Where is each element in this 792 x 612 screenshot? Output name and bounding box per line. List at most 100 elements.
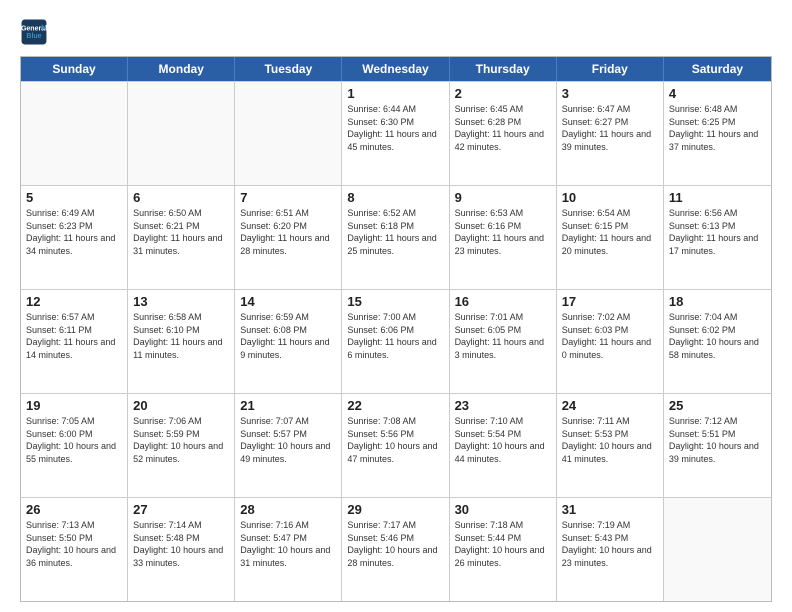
day-number: 5 [26, 190, 122, 205]
cell-info: Sunrise: 7:11 AM Sunset: 5:53 PM Dayligh… [562, 415, 658, 465]
calendar-cell-31: 31Sunrise: 7:19 AM Sunset: 5:43 PM Dayli… [557, 498, 664, 601]
calendar-cell-23: 23 Sunrise: 7:10 AM Sunset: 5:54 PM Dayli… [450, 394, 557, 497]
day-number: 12 [26, 294, 122, 309]
calendar-cell-27: 27 Sunrise: 7:14 AM Sunset: 5:48 PM Dayli… [128, 498, 235, 601]
calendar-cell-5: 5 Sunrise: 6:49 AM Sunset: 6:23 PM Daylig… [21, 186, 128, 289]
cell-info: Sunrise: 6:47 AM Sunset: 6:27 PM Dayligh… [562, 103, 658, 153]
day-number: 20 [133, 398, 229, 413]
day-number: 1 [347, 86, 443, 101]
header-day-wednesday: Wednesday [342, 57, 449, 81]
calendar-cell-18: 18 Sunrise: 7:04 AM Sunset: 6:02 PM Dayli… [664, 290, 771, 393]
cell-info: Sunrise: 6:52 AM Sunset: 6:18 PM Dayligh… [347, 207, 443, 257]
calendar-cell-9: 9Sunrise: 6:53 AM Sunset: 6:16 PM Daylig… [450, 186, 557, 289]
calendar-cell-26: 26Sunrise: 7:13 AM Sunset: 5:50 PM Dayli… [21, 498, 128, 601]
day-number: 30 [455, 502, 551, 517]
day-number: 17 [562, 294, 658, 309]
day-number: 15 [347, 294, 443, 309]
logo: General Blue [20, 18, 48, 46]
day-number: 29 [347, 502, 443, 517]
day-number: 2 [455, 86, 551, 101]
header-day-thursday: Thursday [450, 57, 557, 81]
day-number: 16 [455, 294, 551, 309]
calendar-cell-6: 6Sunrise: 6:50 AM Sunset: 6:21 PM Daylig… [128, 186, 235, 289]
cell-info: Sunrise: 7:14 AM Sunset: 5:48 PM Dayligh… [133, 519, 229, 569]
calendar-cell-12: 12Sunrise: 6:57 AM Sunset: 6:11 PM Dayli… [21, 290, 128, 393]
day-number: 25 [669, 398, 766, 413]
calendar: SundayMondayTuesdayWednesdayThursdayFrid… [20, 56, 772, 602]
day-number: 22 [347, 398, 443, 413]
calendar-row-0: 1Sunrise: 6:44 AM Sunset: 6:30 PM Daylig… [21, 81, 771, 185]
day-number: 3 [562, 86, 658, 101]
calendar-row-2: 12Sunrise: 6:57 AM Sunset: 6:11 PM Dayli… [21, 289, 771, 393]
calendar-cell-8: 8 Sunrise: 6:52 AM Sunset: 6:18 PM Daylig… [342, 186, 449, 289]
calendar-body: 1Sunrise: 6:44 AM Sunset: 6:30 PM Daylig… [21, 81, 771, 601]
day-number: 4 [669, 86, 766, 101]
calendar-cell-17: 17Sunrise: 7:02 AM Sunset: 6:03 PM Dayli… [557, 290, 664, 393]
calendar-cell-7: 7Sunrise: 6:51 AM Sunset: 6:20 PM Daylig… [235, 186, 342, 289]
header-day-sunday: Sunday [21, 57, 128, 81]
cell-info: Sunrise: 6:56 AM Sunset: 6:13 PM Dayligh… [669, 207, 766, 257]
cell-info: Sunrise: 7:05 AM Sunset: 6:00 PM Dayligh… [26, 415, 122, 465]
cell-info: Sunrise: 7:04 AM Sunset: 6:02 PM Dayligh… [669, 311, 766, 361]
cell-info: Sunrise: 7:07 AM Sunset: 5:57 PM Dayligh… [240, 415, 336, 465]
calendar-cell-28: 28 Sunrise: 7:16 AM Sunset: 5:47 PM Dayli… [235, 498, 342, 601]
calendar-cell-24: 24 Sunrise: 7:11 AM Sunset: 5:53 PM Dayli… [557, 394, 664, 497]
cell-info: Sunrise: 6:50 AM Sunset: 6:21 PM Dayligh… [133, 207, 229, 257]
calendar-row-1: 5 Sunrise: 6:49 AM Sunset: 6:23 PM Daylig… [21, 185, 771, 289]
day-number: 10 [562, 190, 658, 205]
cell-info: Sunrise: 6:48 AM Sunset: 6:25 PM Dayligh… [669, 103, 766, 153]
calendar-cell-empty [21, 82, 128, 185]
header-day-tuesday: Tuesday [235, 57, 342, 81]
day-number: 27 [133, 502, 229, 517]
cell-info: Sunrise: 7:19 AM Sunset: 5:43 PM Dayligh… [562, 519, 658, 569]
calendar-cell-1: 1Sunrise: 6:44 AM Sunset: 6:30 PM Daylig… [342, 82, 449, 185]
calendar-header: SundayMondayTuesdayWednesdayThursdayFrid… [21, 57, 771, 81]
header-day-saturday: Saturday [664, 57, 771, 81]
calendar-cell-11: 11 Sunrise: 6:56 AM Sunset: 6:13 PM Dayli… [664, 186, 771, 289]
calendar-cell-4: 4 Sunrise: 6:48 AM Sunset: 6:25 PM Daylig… [664, 82, 771, 185]
calendar-cell-empty [128, 82, 235, 185]
cell-info: Sunrise: 7:00 AM Sunset: 6:06 PM Dayligh… [347, 311, 443, 361]
calendar-cell-15: 15 Sunrise: 7:00 AM Sunset: 6:06 PM Dayli… [342, 290, 449, 393]
day-number: 24 [562, 398, 658, 413]
calendar-cell-30: 30Sunrise: 7:18 AM Sunset: 5:44 PM Dayli… [450, 498, 557, 601]
day-number: 18 [669, 294, 766, 309]
calendar-cell-14: 14 Sunrise: 6:59 AM Sunset: 6:08 PM Dayli… [235, 290, 342, 393]
day-number: 11 [669, 190, 766, 205]
day-number: 8 [347, 190, 443, 205]
cell-info: Sunrise: 6:49 AM Sunset: 6:23 PM Dayligh… [26, 207, 122, 257]
calendar-cell-10: 10Sunrise: 6:54 AM Sunset: 6:15 PM Dayli… [557, 186, 664, 289]
cell-info: Sunrise: 7:17 AM Sunset: 5:46 PM Dayligh… [347, 519, 443, 569]
day-number: 14 [240, 294, 336, 309]
calendar-cell-29: 29 Sunrise: 7:17 AM Sunset: 5:46 PM Dayli… [342, 498, 449, 601]
cell-info: Sunrise: 7:12 AM Sunset: 5:51 PM Dayligh… [669, 415, 766, 465]
svg-text:Blue: Blue [26, 33, 41, 40]
cell-info: Sunrise: 7:01 AM Sunset: 6:05 PM Dayligh… [455, 311, 551, 361]
calendar-cell-21: 21Sunrise: 7:07 AM Sunset: 5:57 PM Dayli… [235, 394, 342, 497]
calendar-cell-16: 16 Sunrise: 7:01 AM Sunset: 6:05 PM Dayli… [450, 290, 557, 393]
cell-info: Sunrise: 6:51 AM Sunset: 6:20 PM Dayligh… [240, 207, 336, 257]
calendar-cell-22: 22Sunrise: 7:08 AM Sunset: 5:56 PM Dayli… [342, 394, 449, 497]
calendar-cell-empty [664, 498, 771, 601]
day-number: 19 [26, 398, 122, 413]
calendar-cell-2: 2 Sunrise: 6:45 AM Sunset: 6:28 PM Daylig… [450, 82, 557, 185]
cell-info: Sunrise: 6:45 AM Sunset: 6:28 PM Dayligh… [455, 103, 551, 153]
cell-info: Sunrise: 7:10 AM Sunset: 5:54 PM Dayligh… [455, 415, 551, 465]
calendar-cell-25: 25 Sunrise: 7:12 AM Sunset: 5:51 PM Dayli… [664, 394, 771, 497]
calendar-cell-3: 3 Sunrise: 6:47 AM Sunset: 6:27 PM Daylig… [557, 82, 664, 185]
cell-info: Sunrise: 7:16 AM Sunset: 5:47 PM Dayligh… [240, 519, 336, 569]
day-number: 23 [455, 398, 551, 413]
cell-info: Sunrise: 7:06 AM Sunset: 5:59 PM Dayligh… [133, 415, 229, 465]
calendar-row-4: 26Sunrise: 7:13 AM Sunset: 5:50 PM Dayli… [21, 497, 771, 601]
page: General Blue SundayMondayTuesdayWednesda… [0, 0, 792, 612]
day-number: 28 [240, 502, 336, 517]
cell-info: Sunrise: 6:58 AM Sunset: 6:10 PM Dayligh… [133, 311, 229, 361]
calendar-cell-13: 13Sunrise: 6:58 AM Sunset: 6:10 PM Dayli… [128, 290, 235, 393]
calendar-cell-empty [235, 82, 342, 185]
calendar-row-3: 19 Sunrise: 7:05 AM Sunset: 6:00 PM Dayli… [21, 393, 771, 497]
calendar-cell-20: 20 Sunrise: 7:06 AM Sunset: 5:59 PM Dayli… [128, 394, 235, 497]
cell-info: Sunrise: 6:59 AM Sunset: 6:08 PM Dayligh… [240, 311, 336, 361]
day-number: 9 [455, 190, 551, 205]
header: General Blue [20, 18, 772, 46]
header-day-friday: Friday [557, 57, 664, 81]
